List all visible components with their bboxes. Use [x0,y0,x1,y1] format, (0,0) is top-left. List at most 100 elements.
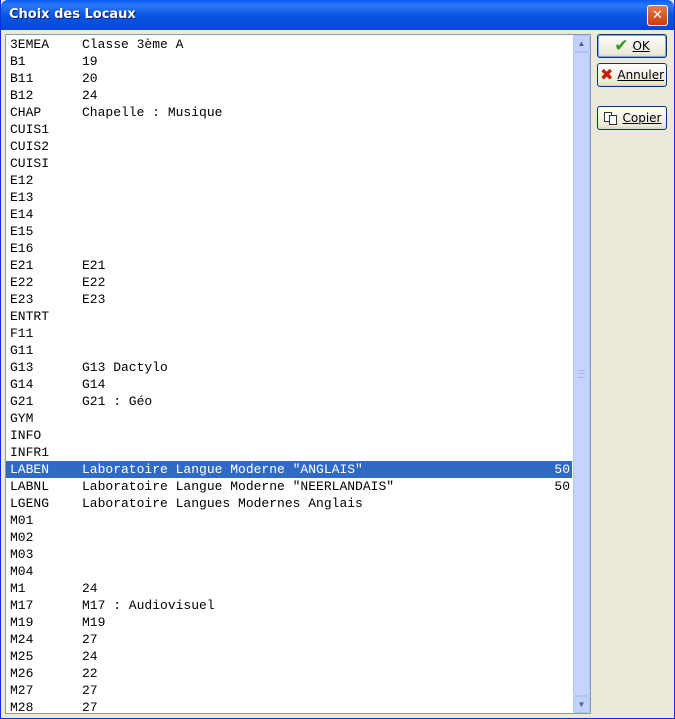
list-item[interactable]: M26 22 [6,665,572,682]
list-item[interactable]: M03 [6,546,572,563]
list-item[interactable]: CUIS1 [6,121,572,138]
list-item-desc: Laboratoire Langues Modernes Anglais [82,496,363,511]
list-item[interactable]: M04 [6,563,572,580]
list-item-code: GYM [10,411,34,426]
copy-button[interactable]: Copier [597,106,667,130]
ok-button-label: OK [632,39,650,53]
room-list[interactable]: 3EMEA Classe 3ème A B1 19 B11 20 B12 24 CHAP Chap… [5,34,591,714]
list-item-code: CUISI [10,156,50,171]
list-item-desc: G21 : Géo [82,394,153,409]
list-item-code: M28 [10,700,34,714]
window-title: Choix des Locaux [9,7,136,22]
list-item[interactable]: GYM [6,410,572,427]
list-item[interactable]: B11 20 [6,70,572,87]
list-item[interactable]: E12 [6,172,572,189]
list-item[interactable]: CUIS2 [6,138,572,155]
list-item-desc: 19 [82,54,98,69]
list-item-code: M26 [10,666,34,681]
list-item-code: M25 [10,649,34,664]
list-item[interactable]: M24 27 [6,631,572,648]
list-item-desc: E22 [82,275,106,290]
list-item[interactable]: ENTRT [6,308,572,325]
list-item-num: 50 [554,479,570,494]
list-item-code: E14 [10,207,34,222]
list-item-code: G14 [10,377,34,392]
list-item-code: INFR1 [10,445,50,460]
list-item-desc: E23 [82,292,106,307]
ok-button[interactable]: ✔ OK [597,34,667,58]
list-item-code: E16 [10,241,34,256]
list-item[interactable]: INFO [6,427,572,444]
list-item[interactable]: E16 [6,240,572,257]
close-icon: ✕ [652,8,663,23]
list-item-desc: G13 Dactylo [82,360,168,375]
list-item-code: E13 [10,190,34,205]
list-item-code: G13 [10,360,34,375]
list-item[interactable]: E22 E22 [6,274,572,291]
list-item-num: 50 [554,462,570,477]
scroll-thumb[interactable] [573,52,590,696]
list-item-code: E15 [10,224,34,239]
list-item-code: E21 [10,258,34,273]
list-item[interactable]: LABEN Laboratoire Langue Moderne "ANGLAIS… [6,461,572,478]
cancel-button[interactable]: ✖ Annuler [597,63,667,87]
grip-icon [578,370,585,378]
list-item-code: M03 [10,547,34,562]
dialog-window: Choix des Locaux ✕ 3EMEA Classe 3ème A B1 1… [0,0,675,719]
list-item[interactable]: G11 [6,342,572,359]
list-item-code: B1 [10,54,26,69]
list-item[interactable]: M1 24 [6,580,572,597]
list-item[interactable]: CHAP Chapelle : Musique [6,104,572,121]
list-item-desc: 27 [82,632,98,647]
list-item-desc: G14 [82,377,106,392]
list-item-code: G21 [10,394,34,409]
list-item[interactable]: M02 [6,529,572,546]
scroll-up-button[interactable]: ▲ [573,35,590,52]
list-item-desc: M17 : Audiovisuel [82,598,215,613]
list-item-code: LGENG [10,496,50,511]
list-item[interactable]: G14 G14 [6,376,572,393]
list-item-desc: 20 [82,71,98,86]
list-item[interactable]: M19 M19 [6,614,572,631]
list-item[interactable]: E14 [6,206,572,223]
list-item[interactable]: LABNL Laboratoire Langue Moderne "NEERLAN… [6,478,572,495]
list-item-desc: 27 [82,700,98,714]
list-item-desc: Laboratoire Langue Moderne "NEERLANDAIS" [82,479,395,494]
list-item[interactable]: M27 27 [6,682,572,699]
list-item[interactable]: M01 [6,512,572,529]
list-item-desc: 24 [82,581,98,596]
list-item[interactable]: E13 [6,189,572,206]
list-item-code: LABEN [10,462,50,477]
copy-icon [603,111,619,125]
cancel-button-label: Annuler [617,68,665,82]
list-item-desc: 27 [82,683,98,698]
list-item-code: E12 [10,173,34,188]
close-button[interactable]: ✕ [647,5,668,26]
title-bar[interactable]: Choix des Locaux ✕ [1,0,674,30]
list-item-code: B12 [10,88,34,103]
list-item[interactable]: E21 E21 [6,257,572,274]
list-item-desc: Laboratoire Langue Moderne "ANGLAIS" [82,462,363,477]
list-item[interactable]: M17 M17 : Audiovisuel [6,597,572,614]
list-item-code: M24 [10,632,34,647]
list-item[interactable]: INFR1 [6,444,572,461]
list-item[interactable]: E23 E23 [6,291,572,308]
list-item[interactable]: G13 G13 Dactylo [6,359,572,376]
list-item[interactable]: B1 19 [6,53,572,70]
vertical-scrollbar[interactable]: ▲ ▼ [573,35,590,713]
scroll-down-button[interactable]: ▼ [573,696,590,713]
list-item[interactable]: M28 27 [6,699,572,714]
list-item[interactable]: G21 G21 : Géo [6,393,572,410]
list-item-desc: 24 [82,88,98,103]
list-item-code: CUIS1 [10,122,50,137]
list-item[interactable]: F11 [6,325,572,342]
list-item[interactable]: 3EMEA Classe 3ème A [6,36,572,53]
list-item[interactable]: B12 24 [6,87,572,104]
list-item[interactable]: M25 24 [6,648,572,665]
list-item-desc: 22 [82,666,98,681]
list-item[interactable]: LGENG Laboratoire Langues Modernes Anglai… [6,495,572,512]
list-item-code: CHAP [10,105,42,120]
list-item[interactable]: CUISI [6,155,572,172]
list-item-desc: M19 [82,615,106,630]
list-item[interactable]: E15 [6,223,572,240]
